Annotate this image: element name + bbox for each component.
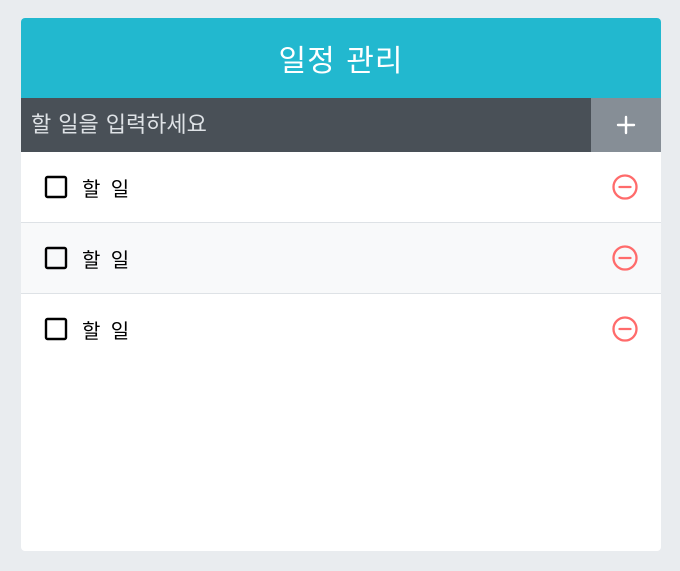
todo-checkbox[interactable]: 할 일 [44,244,611,273]
todo-checkbox[interactable]: 할 일 [44,173,611,202]
checkbox-blank-icon [44,175,68,199]
todo-text: 할 일 [82,247,132,272]
todo-item: 할 일 [21,152,661,223]
remove-circle-icon [612,316,638,342]
remove-todo-button[interactable] [611,315,639,343]
app-title: 일정 관리 [21,18,661,98]
todo-insert-form [21,98,661,152]
todo-item: 할 일 [21,223,661,294]
todo-item: 할 일 [21,294,661,364]
todo-template: 일정 관리 할 일을 입력하세요 할 일 할 일 할 일 [21,18,661,551]
todo-text: 할 일 [82,176,132,201]
todo-input[interactable] [21,98,591,152]
add-todo-button[interactable] [591,98,661,152]
checkbox-blank-icon [44,317,68,341]
checkbox-blank-icon [44,246,68,270]
todo-checkbox[interactable]: 할 일 [44,315,611,344]
remove-circle-icon [612,174,638,200]
todo-list: 할 일 할 일 할 일 [21,152,661,551]
todo-text: 할 일 [82,318,132,343]
remove-circle-icon [612,245,638,271]
remove-todo-button[interactable] [611,173,639,201]
remove-todo-button[interactable] [611,244,639,272]
plus-icon [616,115,636,135]
